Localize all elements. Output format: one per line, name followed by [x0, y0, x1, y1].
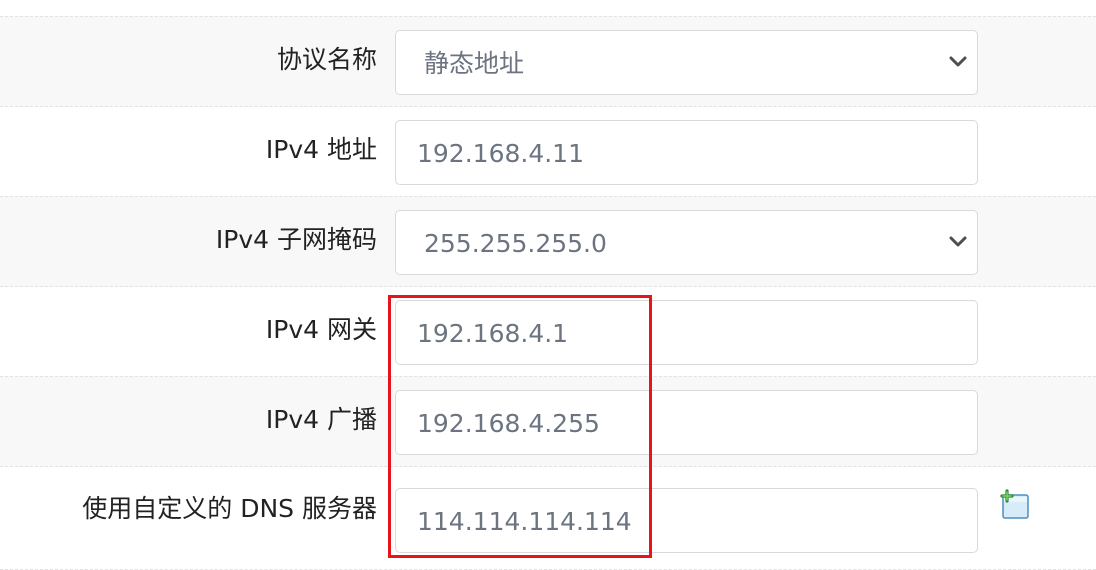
ipv4-address-label: IPv4 地址	[265, 135, 377, 164]
ipv4-broadcast-row: IPv4 广播 192.168.4.255	[0, 376, 1096, 467]
ipv4-address-input[interactable]: 192.168.4.11	[395, 120, 978, 185]
network-settings-form: 协议名称 静态地址 IPv4 地址 192.168.4.11 IPv4 子网掩码…	[0, 0, 1096, 570]
ipv4-gateway-row: IPv4 网关 192.168.4.1	[0, 286, 1096, 377]
ipv4-address-value: 192.168.4.11	[417, 139, 584, 168]
ipv4-gateway-input[interactable]: 192.168.4.1	[395, 300, 978, 365]
add-entry-icon[interactable]	[1000, 489, 1032, 521]
ipv4-broadcast-value: 192.168.4.255	[417, 409, 600, 438]
ipv4-gateway-label: IPv4 网关	[265, 315, 377, 344]
custom-dns-value: 114.114.114.114	[417, 507, 632, 536]
protocol-label: 协议名称	[276, 45, 377, 74]
chevron-down-icon	[949, 56, 967, 67]
ipv4-netmask-value: 255.255.255.0	[424, 229, 607, 258]
ipv4-netmask-label: IPv4 子网掩码	[215, 225, 377, 254]
protocol-select-value: 静态地址	[424, 49, 525, 78]
chevron-down-icon	[949, 236, 967, 247]
protocol-select[interactable]: 静态地址	[395, 30, 978, 95]
ipv4-broadcast-input[interactable]: 192.168.4.255	[395, 390, 978, 455]
ipv4-netmask-row: IPv4 子网掩码 255.255.255.0	[0, 196, 1096, 287]
protocol-row: 协议名称 静态地址	[0, 16, 1096, 107]
custom-dns-input[interactable]: 114.114.114.114	[395, 488, 978, 553]
ipv4-gateway-value: 192.168.4.1	[417, 319, 569, 348]
ipv4-netmask-select[interactable]: 255.255.255.0	[395, 210, 978, 275]
custom-dns-row: 使用自定义的 DNS 服务器 114.114.114.114	[0, 466, 1096, 570]
ipv4-address-row: IPv4 地址 192.168.4.11	[0, 106, 1096, 197]
custom-dns-label: 使用自定义的 DNS 服务器	[82, 494, 377, 523]
ipv4-broadcast-label: IPv4 广播	[265, 405, 377, 434]
